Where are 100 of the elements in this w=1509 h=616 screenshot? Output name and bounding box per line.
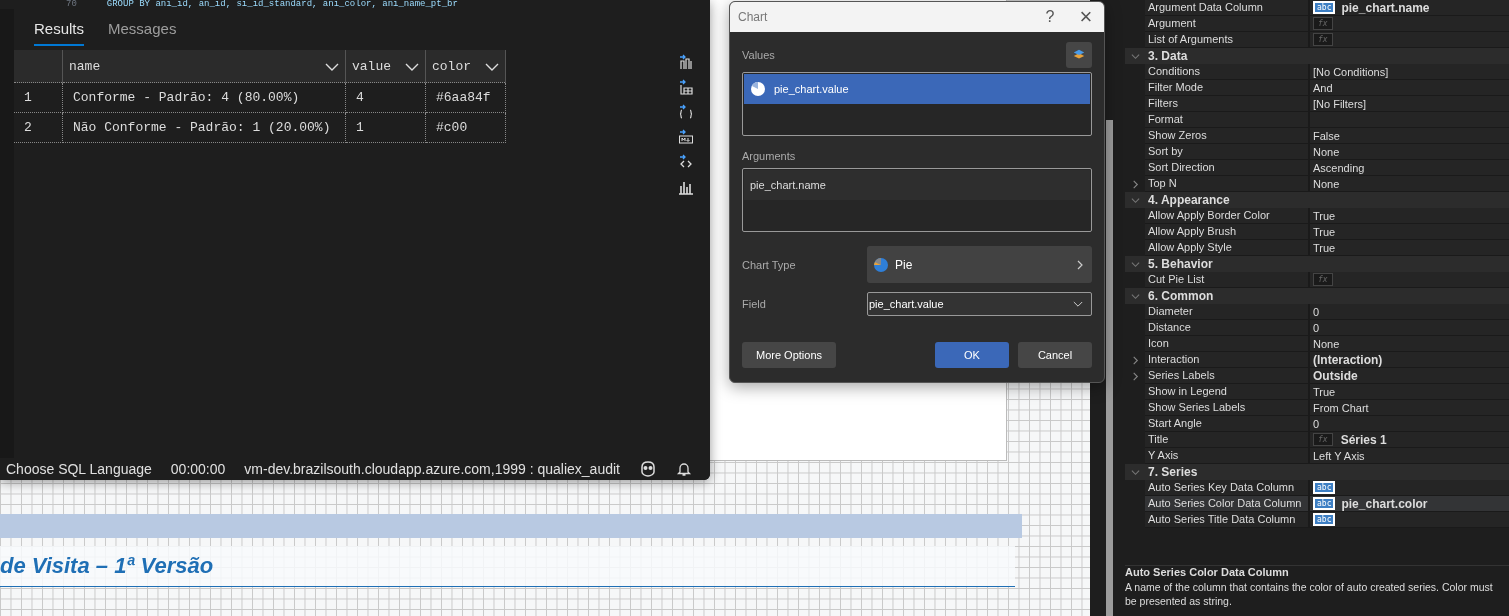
property-row[interactable]: Title fx Séries 1 [1125,432,1509,448]
text-type-badge[interactable]: abc [1315,3,1334,12]
property-value[interactable]: True [1313,385,1336,398]
property-row[interactable]: Show Zeros False [1125,128,1509,144]
property-row[interactable]: Start Angle 0 [1125,416,1509,432]
chevron-down-icon[interactable] [1130,291,1140,301]
chevron-down-icon[interactable] [1130,259,1140,269]
column-header[interactable]: name [62,50,346,83]
property-row[interactable]: Auto Series Color Data Column abc pie_chart.color [1125,496,1509,512]
connection-info[interactable]: vm-dev.brazilsouth.cloudapp.azure.com,1999 : qualiex_audit [244,461,620,477]
bar-chart-icon[interactable] [678,179,694,195]
property-row[interactable]: Series Labels Outside [1125,368,1509,384]
property-row[interactable]: Diameter 0 [1125,304,1509,320]
property-row[interactable]: Conditions [No Conditions] [1125,64,1509,80]
values-label: Values [742,49,775,61]
property-row[interactable]: Auto Series Title Data Column abc [1125,512,1509,528]
category-label[interactable]: 5. Behavior [1145,256,1213,272]
category-label[interactable]: 6. Common [1145,288,1214,304]
property-row[interactable]: Sort Direction Ascending [1125,160,1509,176]
property-value[interactable]: [No Filters] [1313,97,1367,110]
property-row[interactable]: Argument Data Column abc pie_chart.name [1125,0,1509,16]
property-value[interactable]: Left Y Axis [1313,449,1365,462]
property-value[interactable]: And [1313,81,1333,94]
columns-arrow-icon[interactable] [678,54,694,70]
property-row[interactable]: Filters [No Filters] [1125,96,1509,112]
text-type-badge[interactable]: abc [1315,499,1334,508]
property-row[interactable]: Show Series Labels From Chart [1125,400,1509,416]
help-button[interactable]: ? [1032,7,1068,27]
property-row[interactable]: Filter Mode And [1125,80,1509,96]
property-row[interactable]: Top N None [1125,176,1509,192]
text-type-badge[interactable]: abc [1315,515,1334,524]
code-arrow-icon[interactable] [678,154,694,170]
property-value[interactable]: Outside [1313,368,1358,383]
property-row[interactable]: Argument fx [1125,16,1509,32]
column-header[interactable]: color [425,50,506,83]
column-header[interactable]: value [345,50,426,83]
property-value[interactable]: From Chart [1313,401,1369,414]
markdown-icon[interactable] [678,129,694,145]
chevron-right-icon[interactable] [1130,179,1140,189]
chevron-down-icon [405,62,419,71]
property-value[interactable]: 0 [1313,417,1320,430]
property-row[interactable]: Format [1125,112,1509,128]
property-row[interactable]: Interaction (Interaction) [1125,352,1509,368]
property-value[interactable]: True [1313,225,1336,238]
bell-icon[interactable] [675,461,692,477]
property-value[interactable]: False [1313,129,1340,142]
scrollbar[interactable] [1106,120,1113,616]
chevron-down-icon[interactable] [1130,51,1140,61]
property-row[interactable]: List of Arguments fx [1125,32,1509,48]
property-value[interactable]: Ascending [1313,161,1365,174]
property-name[interactable]: Auto Series Title Data Column [1145,512,1310,528]
copilot-icon[interactable] [638,461,657,477]
results-tab[interactable]: Messages [108,13,177,46]
property-value[interactable]: 0 [1313,321,1320,334]
list-item[interactable]: pie_chart.value [744,74,1090,104]
property-value[interactable]: True [1313,209,1336,222]
category-label[interactable]: 7. Series [1145,464,1198,480]
chevron-right-icon[interactable] [1130,355,1140,365]
close-button[interactable]: × [1068,3,1104,31]
dialog-button[interactable]: More Options [742,342,836,368]
chevron-down-icon[interactable] [1130,467,1140,477]
text-type-badge[interactable]: abc [1315,483,1334,492]
property-value[interactable]: pie_chart.color [1341,496,1428,511]
property-value[interactable]: [No Conditions] [1313,65,1389,78]
list-item[interactable]: pie_chart.name [744,170,1090,200]
property-row[interactable]: Cut Pie List fx [1125,272,1509,288]
braces-icon[interactable] [678,104,694,120]
line-number: 70 [66,0,77,9]
property-value[interactable]: pie_chart.name [1341,0,1430,15]
property-value[interactable]: None [1313,177,1340,190]
chevron-down-icon [1073,300,1083,308]
property-value[interactable]: 0 [1313,305,1320,318]
chart-type-button[interactable]: Pie [867,246,1092,283]
property-row[interactable]: Distance 0 [1125,320,1509,336]
property-row[interactable]: Allow Apply Border Color True [1125,208,1509,224]
property-row[interactable]: Show in Legend True [1125,384,1509,400]
property-value[interactable]: True [1313,241,1336,254]
property-row[interactable]: Auto Series Key Data Column abc [1125,480,1509,496]
property-row[interactable]: Y Axis Left Y Axis [1125,448,1509,464]
chevron-down-icon[interactable] [1130,195,1140,205]
table-cell: Conforme - Padrão: 4 (80.00%) [62,82,346,113]
dialog-button[interactable]: Cancel [1018,342,1092,368]
layers-button[interactable] [1066,42,1092,68]
results-tab[interactable]: Results [34,13,85,46]
property-row[interactable]: Sort by None [1125,144,1509,160]
property-value[interactable]: Séries 1 [1340,432,1387,447]
language-picker[interactable]: Choose SQL Language [6,461,152,477]
dialog-button[interactable]: OK [935,342,1009,368]
property-value[interactable]: None [1313,145,1340,158]
chevron-right-icon[interactable] [1130,371,1140,381]
field-dropdown[interactable]: pie_chart.value [867,292,1092,316]
table-arrow-icon[interactable] [678,79,694,95]
property-value[interactable]: (Interaction) [1313,352,1383,367]
category-label[interactable]: 4. Appearance [1145,192,1230,208]
property-row[interactable]: Allow Apply Brush True [1125,224,1509,240]
property-row[interactable]: Icon None [1125,336,1509,352]
property-value[interactable]: None [1313,337,1340,350]
property-row[interactable]: Allow Apply Style True [1125,240,1509,256]
category-label[interactable]: 3. Data [1145,48,1188,64]
description-text: A name of the column that contains the color of auto created series. Color must be presented as string. [1125,580,1494,608]
